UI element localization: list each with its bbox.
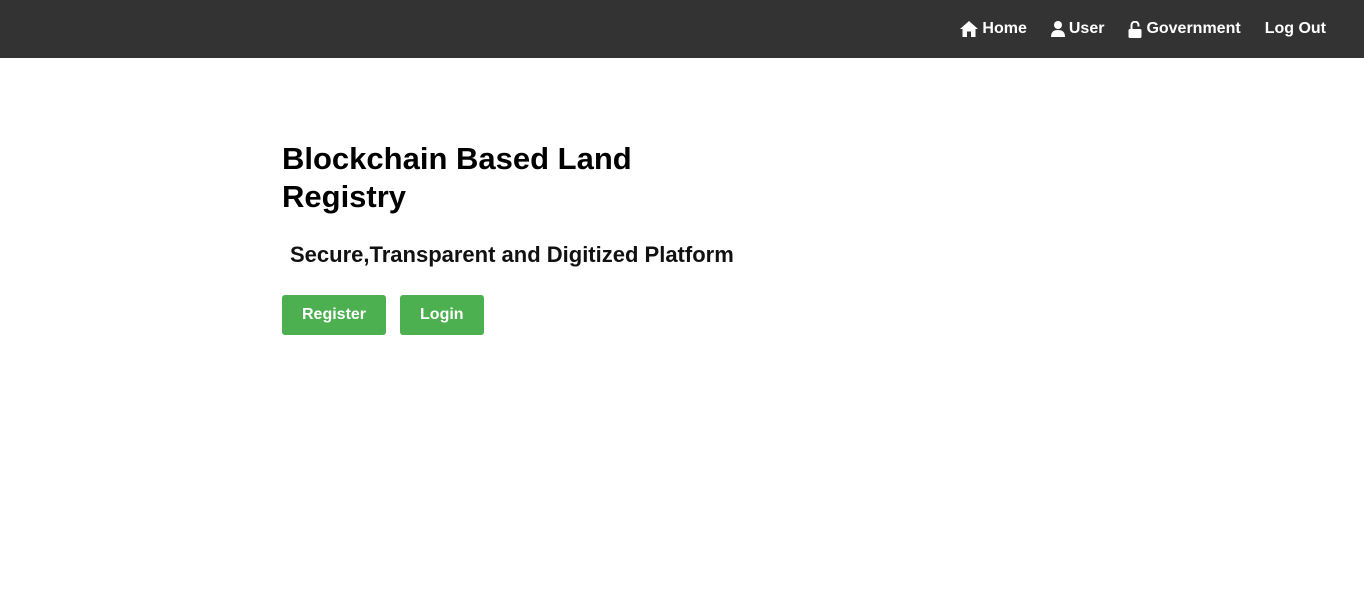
page-title: Blockchain Based Land Registry [282, 141, 632, 214]
nav-home-label: Home [982, 20, 1027, 37]
login-button[interactable]: Login [400, 295, 484, 335]
nav-links: Home User Government Log Out [936, 0, 1326, 58]
home-icon [960, 21, 979, 37]
action-buttons: Register Login [282, 295, 734, 335]
register-button[interactable]: Register [282, 295, 387, 335]
page-subtitle: Secure,Transparent and Digitized Platfor… [290, 242, 734, 267]
user-icon [1050, 21, 1065, 37]
nav-user-label: User [1068, 20, 1105, 37]
nav-government-link[interactable]: Government [1128, 20, 1241, 38]
nav-logout-link[interactable]: Log Out [1265, 20, 1326, 38]
top-navbar: Home User Government Log Out [0, 0, 1364, 58]
hero-section: Blockchain Based Land Registry Secure,Tr… [282, 140, 734, 335]
nav-home-link[interactable]: Home [960, 20, 1027, 38]
lock-icon [1128, 20, 1142, 38]
nav-logout-label: Log Out [1264, 20, 1326, 37]
nav-user-link[interactable]: User [1050, 20, 1105, 38]
nav-government-label: Government [1146, 20, 1241, 37]
